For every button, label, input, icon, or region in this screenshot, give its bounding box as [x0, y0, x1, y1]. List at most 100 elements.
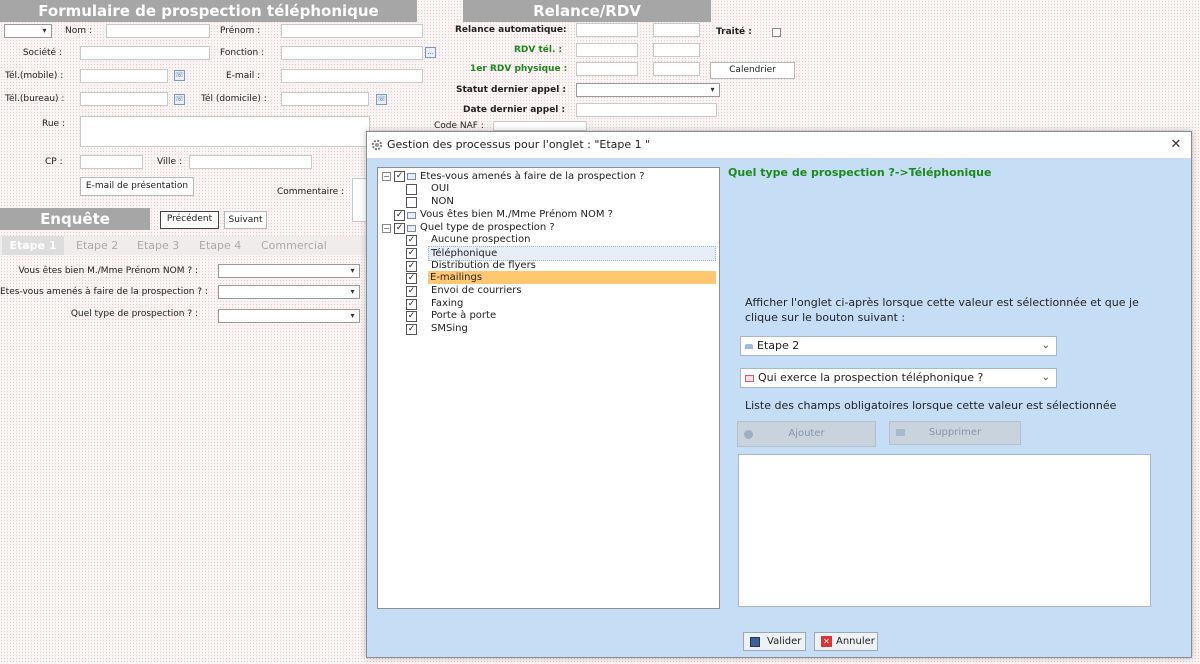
calendrier-button[interactable]: Calendrier [710, 62, 795, 79]
phone-icon[interactable]: ☏ [376, 94, 387, 105]
code-naf-input[interactable] [493, 121, 587, 131]
tab-etape-1[interactable]: Etape 1 [2, 236, 64, 255]
tree-checkbox[interactable]: ✓ [406, 286, 417, 297]
tree-checkbox[interactable]: ✓ [406, 273, 417, 284]
tab-etape-4[interactable]: Etape 4 [199, 239, 241, 252]
question-icon [407, 212, 416, 219]
question-select[interactable]: Qui exerce la prospection téléphonique ?… [740, 368, 1057, 388]
tab-select-value: Etape 2 [757, 339, 800, 352]
supprimer-label: Supprimer [928, 427, 982, 438]
tab-commercial[interactable]: Commercial [261, 239, 327, 252]
gear-icon [371, 139, 383, 151]
relance-date-input[interactable] [576, 23, 638, 37]
email-presentation-button[interactable]: E-mail de présentation [80, 177, 194, 196]
valider-button[interactable]: Valider [743, 632, 806, 651]
phone-icon[interactable]: ☏ [174, 70, 185, 81]
tel-mobile-input[interactable] [80, 69, 168, 83]
traite-label: Traité : [716, 27, 752, 37]
tree-checkbox[interactable] [406, 197, 417, 208]
tab-etape-2[interactable]: Etape 2 [76, 239, 118, 252]
delete-icon [896, 429, 905, 436]
tree-checkbox[interactable]: ✓ [394, 223, 405, 234]
chevron-down-icon: ▾ [350, 266, 355, 275]
chevron-down-icon: ▾ [350, 311, 355, 320]
date-dernier-appel-input[interactable] [576, 103, 717, 117]
rdv-tel-date-input[interactable] [576, 43, 638, 57]
enquete-q1-label: Vous êtes bien M./Mme Prénom NOM ? : [18, 266, 198, 276]
tree-checkbox[interactable]: ✓ [394, 210, 405, 221]
rue-label: Rue : [42, 119, 65, 129]
ville-label: Ville : [157, 157, 182, 167]
form-banner: Formulaire de prospection téléphonique [0, 0, 417, 22]
fonction-input[interactable] [281, 46, 423, 60]
annuler-button[interactable]: ✕ Annuler [814, 632, 878, 651]
fonction-more-button[interactable]: ... [425, 47, 436, 58]
nom-input[interactable] [106, 24, 210, 38]
process-tree[interactable]: − ✓ Etes-vous amenés à faire de la prosp… [377, 167, 720, 609]
rdv-tel-time-input[interactable] [653, 43, 700, 57]
phone-icon[interactable]: ☏ [174, 94, 185, 105]
rdv-physique-date-input[interactable] [576, 62, 638, 76]
enquete-q2-label: Etes-vous amenés à faire de la prospecti… [0, 287, 208, 297]
statut-select[interactable]: ▾ [576, 83, 720, 97]
relance-banner: Relance/RDV [463, 0, 711, 22]
rdv-physique-time-input[interactable] [653, 62, 700, 76]
required-fields-label: Liste des champs obligatoires lorsque ce… [745, 399, 1117, 412]
chevron-down-icon: ⌄ [1041, 340, 1050, 351]
traite-checkbox[interactable] [772, 28, 781, 37]
collapse-icon[interactable]: − [382, 224, 391, 233]
statut-label: Statut dernier appel : [456, 85, 567, 95]
process-dialog: Gestion des processus pour l'onglet : "E… [366, 131, 1192, 658]
relance-time-input[interactable] [653, 23, 700, 37]
tel-domicile-label: Tél (domicile) : [201, 94, 267, 104]
enquete-q3-select[interactable]: ▾ [218, 309, 360, 323]
rdv-physique-label: 1er RDV physique : [470, 64, 568, 74]
civility-select[interactable]: ▾ [4, 24, 52, 38]
tab-etape-3[interactable]: Etape 3 [137, 239, 179, 252]
enquete-q3-label: Quel type de prospection ? : [70, 309, 198, 319]
cancel-icon: ✕ [821, 636, 832, 647]
email-input[interactable] [281, 69, 423, 83]
ajouter-button[interactable]: Ajouter [737, 421, 876, 447]
dialog-title: Gestion des processus pour l'onglet : "E… [387, 138, 651, 151]
commentaire-label: Commentaire : [277, 187, 345, 197]
cp-label: CP : [45, 157, 63, 167]
cp-input[interactable] [80, 155, 143, 169]
chevron-down-icon: ▾ [42, 26, 47, 35]
ville-input[interactable] [189, 155, 312, 169]
save-icon [750, 637, 760, 647]
required-fields-list[interactable] [738, 454, 1151, 607]
chevron-down-icon: ▾ [710, 85, 715, 94]
tel-mobile-label: Tél.(mobile) : [5, 71, 64, 81]
tel-bureau-input[interactable] [80, 92, 168, 106]
rue-textarea[interactable] [80, 116, 370, 147]
tel-domicile-input[interactable] [281, 92, 369, 106]
valider-label: Valider [767, 636, 802, 647]
tree-checkbox[interactable]: ✓ [406, 299, 417, 310]
annuler-label: Annuler [836, 636, 875, 647]
enquete-q2-select[interactable]: ▾ [218, 285, 360, 299]
tree-checkbox[interactable]: ✓ [406, 311, 417, 322]
path-title: Quel type de prospection ?->Téléphonique [728, 166, 992, 179]
close-icon[interactable]: ✕ [1167, 136, 1185, 154]
tree-checkbox[interactable] [406, 184, 417, 195]
tree-checkbox[interactable]: ✓ [406, 324, 417, 335]
prenom-input[interactable] [281, 24, 423, 38]
chevron-down-icon: ▾ [350, 287, 355, 296]
precedent-button[interactable]: Précédent [160, 211, 219, 229]
supprimer-button[interactable]: Supprimer [889, 421, 1021, 445]
tree-checkbox[interactable]: ✓ [394, 171, 405, 182]
fonction-label: Fonction : [220, 48, 265, 58]
societe-input[interactable] [80, 46, 210, 60]
question-select-value: Qui exerce la prospection téléphonique ? [758, 371, 984, 384]
tree-checkbox[interactable]: ✓ [406, 261, 417, 272]
tab-select[interactable]: Etape 2 ⌄ [740, 336, 1057, 356]
enquete-q1-select[interactable]: ▾ [218, 264, 360, 278]
chevron-down-icon: ⌄ [1041, 372, 1050, 383]
tree-checkbox[interactable]: ✓ [406, 235, 417, 246]
suivant-button[interactable]: Suivant [224, 211, 267, 229]
question-icon [407, 173, 416, 180]
collapse-icon[interactable]: − [382, 172, 391, 181]
tree-checkbox[interactable]: ✓ [406, 248, 417, 259]
nom-label: Nom : [65, 26, 92, 36]
